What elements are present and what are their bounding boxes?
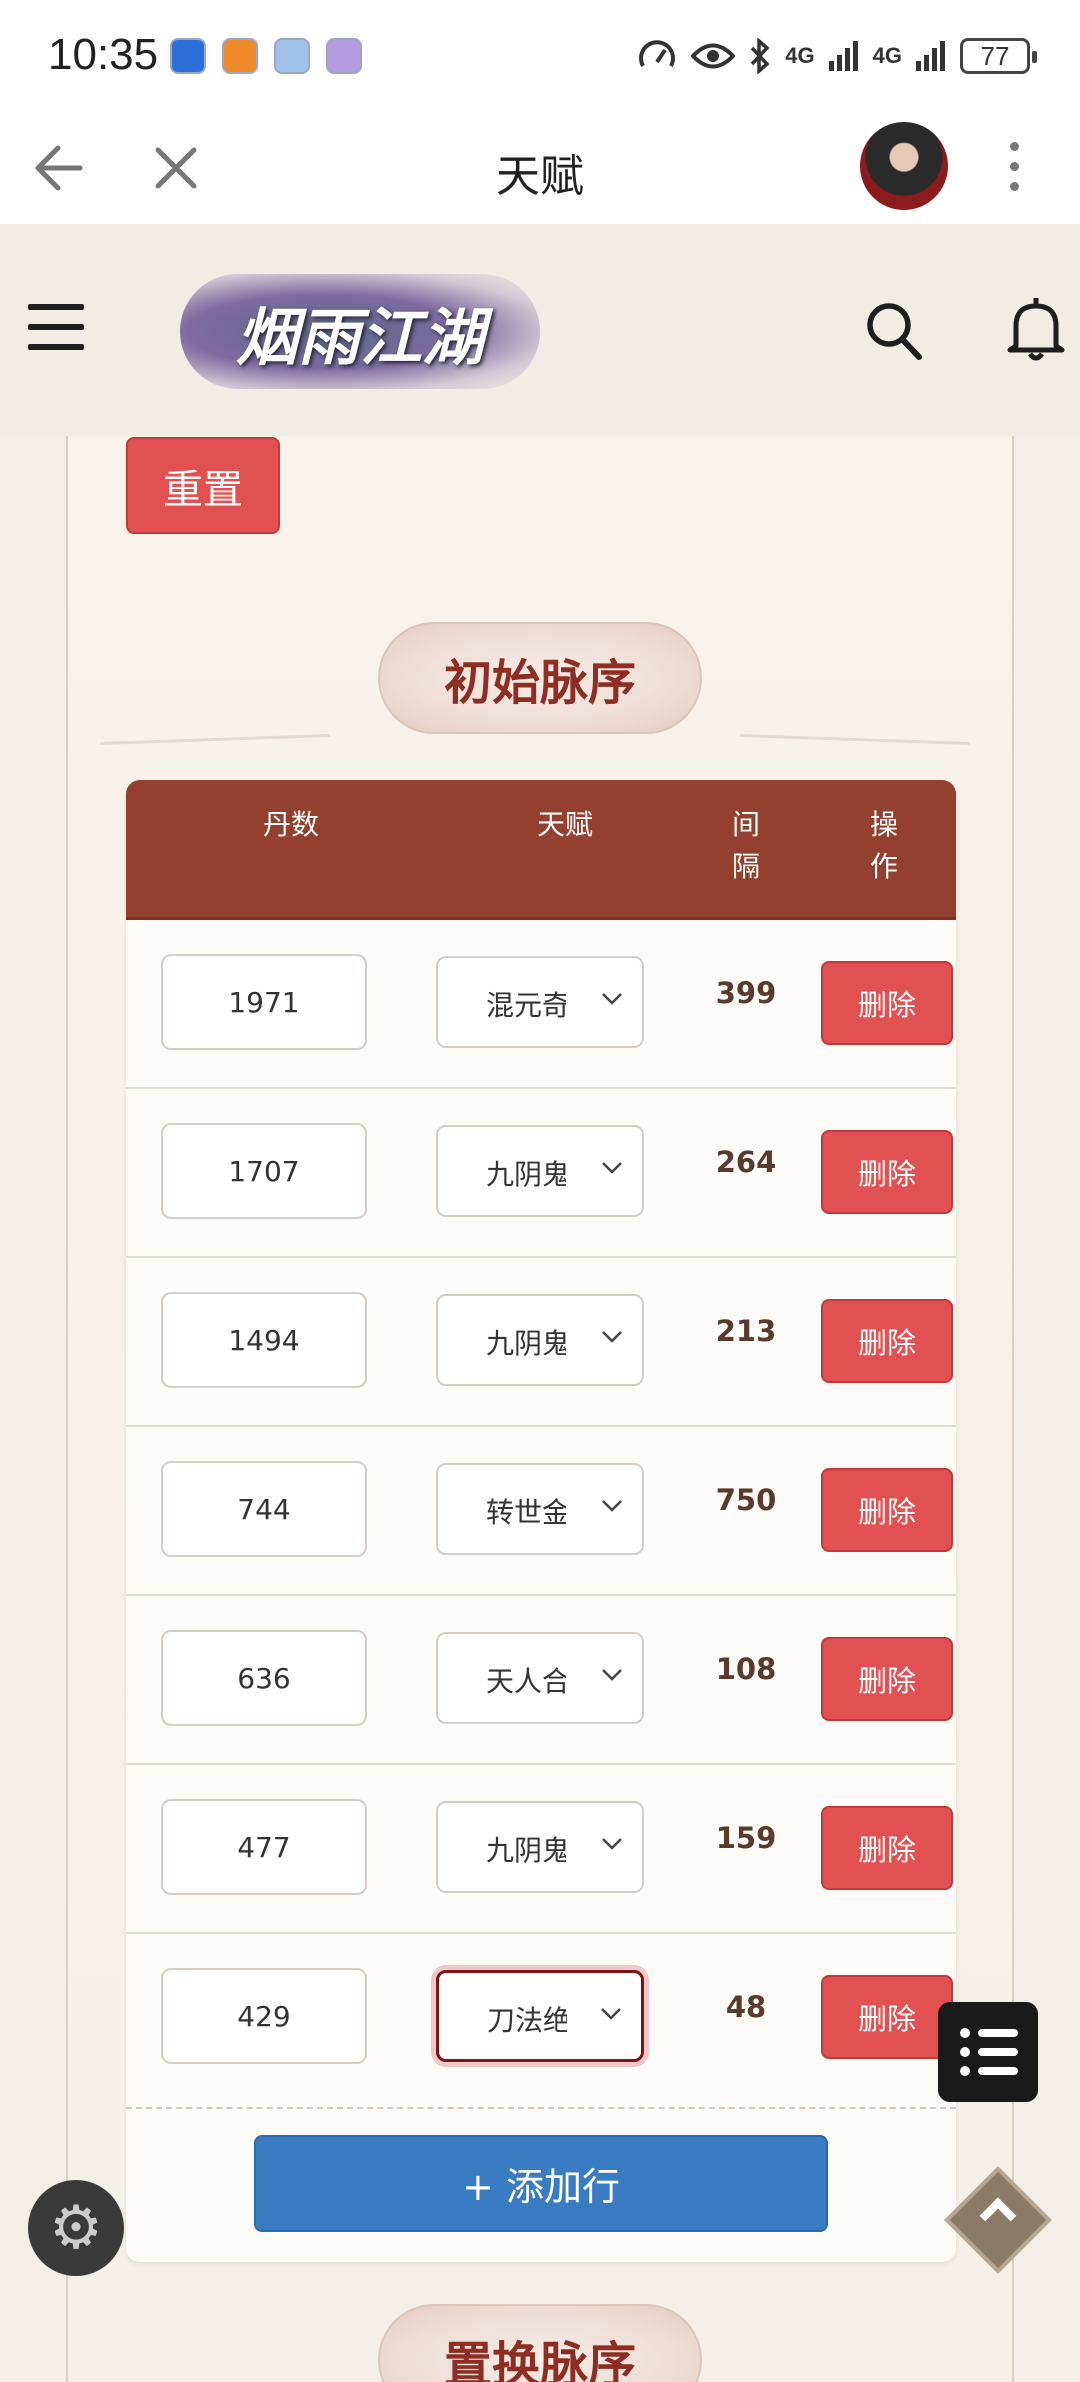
network-label: 4G (785, 43, 815, 68)
signal-icon (916, 41, 945, 71)
table-row: 1707 九阴鬼 264 删除 (126, 1089, 956, 1258)
avatar[interactable] (860, 122, 948, 210)
table-header: 丹数 天赋 间隔 操作 (126, 780, 956, 920)
talent-select-value: 九阴鬼 (486, 1327, 566, 1360)
status-time: 10:35 (48, 30, 159, 79)
app-notification-icon (170, 38, 206, 74)
dan-input[interactable]: 477 (161, 1799, 367, 1895)
interval-value: 108 (715, 1652, 777, 1686)
dan-input[interactable]: 1971 (161, 954, 367, 1050)
delete-button[interactable]: 删除 (821, 1299, 953, 1383)
toc-list-icon[interactable] (938, 2002, 1038, 2102)
talent-select[interactable]: 九阴鬼 (436, 1125, 644, 1217)
add-row-button[interactable]: + 添加行 (254, 2135, 828, 2232)
reset-button[interactable]: 重置 (126, 437, 280, 534)
talent-select-value: 天人合 (486, 1665, 566, 1698)
app-notification-icon (326, 38, 362, 74)
chevron-down-icon (602, 1838, 622, 1850)
column-header-interval: 间隔 (731, 808, 760, 883)
talent-select[interactable]: 九阴鬼 (436, 1801, 644, 1893)
talent-select-value: 九阴鬼 (486, 1158, 566, 1191)
settings-gear-icon[interactable]: ⚙ (28, 2180, 124, 2276)
bluetooth-icon (751, 38, 770, 74)
chevron-down-icon (602, 1500, 622, 1512)
talent-select[interactable]: 转世金 (436, 1463, 644, 1555)
talent-select[interactable]: 刀法绝 (436, 1970, 644, 2062)
dan-input[interactable]: 744 (161, 1461, 367, 1557)
divider (126, 2107, 956, 2109)
table-row: 636 天人合 108 删除 (126, 1596, 956, 1765)
dan-input[interactable]: 636 (161, 1630, 367, 1726)
app-notification-icon (274, 38, 310, 74)
interval-value: 750 (715, 1483, 777, 1517)
chevron-down-icon (602, 1331, 622, 1343)
column-header-talent: 天赋 (536, 808, 593, 841)
menu-icon[interactable] (28, 304, 84, 350)
talent-select-value: 转世金 (486, 1496, 566, 1529)
chevron-down-icon (602, 1669, 622, 1681)
interval-value: 159 (715, 1821, 777, 1855)
table-row: 477 九阴鬼 159 删除 (126, 1765, 956, 1934)
bell-icon[interactable] (1006, 296, 1066, 364)
chevron-down-icon (602, 993, 622, 1005)
column-header-action: 操作 (869, 808, 898, 883)
talent-select-value: 刀法绝 (487, 2004, 567, 2037)
table-row: 1494 九阴鬼 213 删除 (126, 1258, 956, 1427)
dan-input[interactable]: 429 (161, 1968, 367, 2064)
dan-input[interactable]: 1707 (161, 1123, 367, 1219)
interval-value: 264 (715, 1145, 777, 1179)
talent-table: 丹数 天赋 间隔 操作 1971 混元奇 399 删除 1707 九阴鬼 264… (126, 780, 956, 2262)
speed-icon (639, 40, 676, 67)
status-bar: 10:35 4G 4G 77 (0, 0, 1080, 112)
app-notification-icon (222, 38, 258, 74)
delete-button[interactable]: 删除 (821, 1637, 953, 1721)
talent-select-value: 混元奇 (486, 989, 566, 1022)
eye-icon (691, 43, 736, 69)
table-row: 429 刀法绝 48 删除 (126, 1934, 956, 2103)
delete-button[interactable]: 删除 (821, 1806, 953, 1890)
talent-select[interactable]: 九阴鬼 (436, 1294, 644, 1386)
interval-value: 48 (725, 1990, 767, 2024)
section-title-replace: 置换脉序 (378, 2304, 702, 2382)
talent-select[interactable]: 天人合 (436, 1632, 644, 1724)
delete-button[interactable]: 删除 (821, 1130, 953, 1214)
chevron-down-icon (601, 2008, 621, 2020)
site-logo[interactable]: 烟雨江湖 (180, 274, 540, 389)
top-navigation-bar: 天赋 (0, 112, 1080, 224)
chevron-down-icon (602, 1162, 622, 1174)
talent-select[interactable]: 混元奇 (436, 956, 644, 1048)
network-label: 4G (872, 43, 902, 68)
delete-button[interactable]: 删除 (821, 1468, 953, 1552)
interval-value: 399 (715, 976, 777, 1010)
table-row: 1971 混元奇 399 删除 (126, 920, 956, 1089)
interval-value: 213 (715, 1314, 777, 1348)
section-title-initial: 初始脉序 (378, 622, 702, 734)
talent-select-value: 九阴鬼 (486, 1834, 566, 1867)
table-row: 744 转世金 750 删除 (126, 1427, 956, 1596)
site-header: 烟雨江湖 (0, 224, 1080, 436)
delete-button[interactable]: 删除 (821, 1975, 953, 2059)
status-icons: 4G 4G 77 (637, 34, 1037, 78)
battery-icon: 77 (960, 38, 1037, 74)
column-header-dan: 丹数 (262, 808, 319, 841)
search-icon[interactable] (864, 300, 924, 362)
more-options-icon[interactable] (1010, 142, 1022, 192)
dan-input[interactable]: 1494 (161, 1292, 367, 1388)
signal-icon (828, 41, 858, 71)
delete-button[interactable]: 删除 (821, 961, 953, 1045)
